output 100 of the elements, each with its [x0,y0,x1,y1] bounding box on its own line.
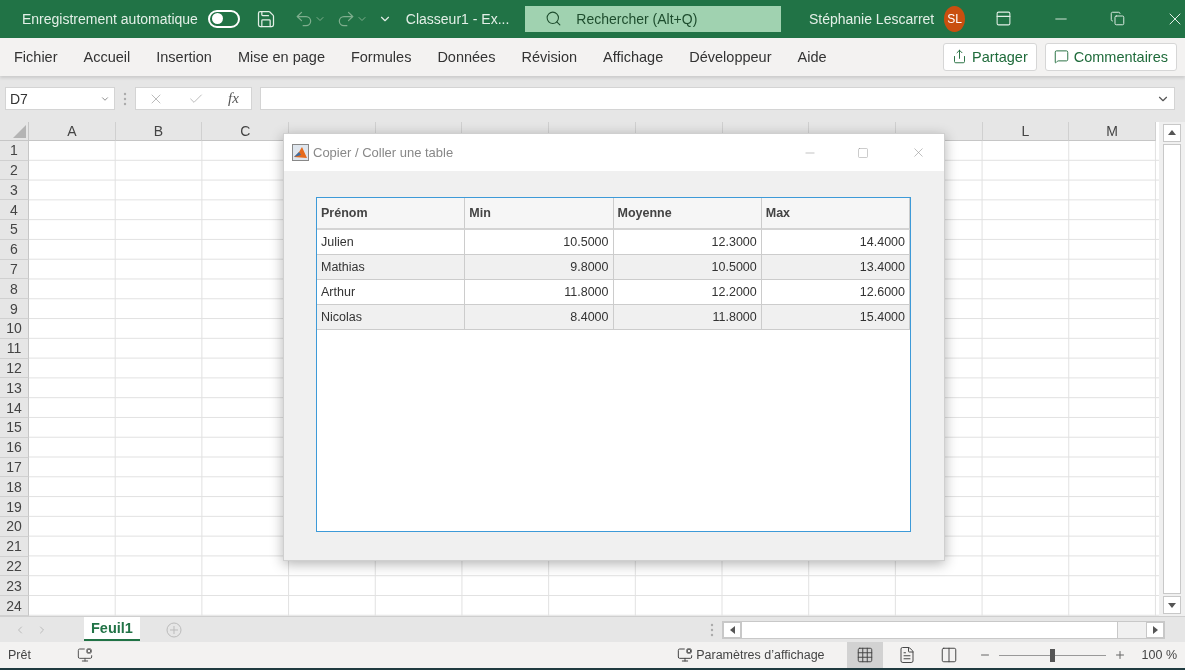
table-cell: 12.6000 [761,280,910,305]
column-header[interactable]: B [115,121,203,141]
share-button[interactable]: Partager [943,42,1037,71]
view-button[interactable] [846,642,883,668]
autosave-toggle[interactable] [207,9,240,28]
table-cell: 11.8000 [613,305,762,330]
scroll-down-icon[interactable] [1163,596,1181,615]
row-header[interactable]: 17 [0,457,29,478]
column-header[interactable]: Moyenne [613,198,762,230]
row-header[interactable]: 13 [0,378,29,399]
ribbon-tab[interactable]: Développeur [689,48,772,65]
share-icon [952,49,968,65]
search-field[interactable]: Rechercher (Alt+Q) [525,5,781,32]
select-all-corner[interactable] [0,121,29,141]
table-cell: 10.5000 [613,255,762,280]
table-cell: Arthur [317,280,466,305]
column-header[interactable]: C [202,121,290,141]
table-cell: Mathias [317,255,466,280]
horizontal-scrollbar-thumb[interactable] [741,621,1118,638]
ribbon-tab[interactable]: Fichier [14,48,58,65]
table-cell: 13.4000 [761,255,910,280]
comment-icon [1053,49,1069,65]
column-header[interactable]: M [1069,121,1156,141]
row-header[interactable]: 12 [0,358,29,379]
table-cell: Julien [317,230,466,255]
table-cell: Nicolas [317,305,466,330]
user-name: Stéphanie Lescarret [808,10,935,27]
zoom-slider-thumb[interactable] [1050,648,1056,662]
row-header[interactable]: 9 [0,299,29,319]
table-cell: 12.2000 [613,280,762,305]
row-header[interactable]: 22 [0,556,29,577]
name-box[interactable]: D7 [5,87,115,111]
table-cell: 10.5000 [465,230,614,255]
vertical-scrollbar-thumb[interactable] [1163,143,1181,595]
row-header[interactable]: 7 [0,259,29,280]
row-header[interactable]: 5 [0,220,29,240]
select-all-icon[interactable] [13,124,26,138]
user-avatar[interactable]: SL [944,5,965,32]
display-settings-button[interactable]: Paramètres d’affichage [676,647,825,663]
table-cell: 14.4000 [761,230,910,255]
column-header[interactable]: A [29,121,116,141]
save-icon[interactable] [255,8,276,29]
document-title: Classeur1 - Ex... [405,10,510,27]
row-header[interactable]: 11 [0,338,29,359]
formula-input[interactable] [260,87,1175,111]
comments-button[interactable]: Commentaires [1044,42,1177,71]
ribbon-display-icon[interactable] [995,10,1012,28]
ribbon-tab[interactable]: Insertion [156,48,212,65]
sheet-tab[interactable]: Feuil1 [84,616,140,641]
row-header[interactable]: 18 [0,477,29,498]
row-header[interactable]: 19 [0,497,29,517]
ribbon-tab[interactable]: Données [437,48,496,65]
ribbon-tab[interactable]: Mise en page [237,48,325,65]
column-header[interactable]: L [982,121,1070,141]
status-text: Prêt [8,648,31,662]
column-header[interactable]: Min [465,198,614,230]
table-cell: 8.4000 [465,305,614,330]
ribbon-tab[interactable]: Formules [350,48,412,65]
splitter-dots-icon[interactable] [710,622,714,637]
row-header[interactable]: 21 [0,536,29,557]
zoom-in-icon[interactable] [1113,649,1126,661]
ribbon-tab[interactable]: Affichage [603,48,664,65]
view-icon [939,646,958,664]
row-header[interactable]: 14 [0,398,29,418]
row-header[interactable]: 20 [0,517,29,537]
table-cell: 9.8000 [465,255,614,280]
zoom-level[interactable]: 100 % [1141,648,1177,662]
search-icon [545,10,563,28]
row-header[interactable]: 23 [0,576,29,597]
row-header[interactable]: 4 [0,200,29,220]
ribbon-tab[interactable]: Révision [521,48,578,65]
monitor-gear-icon [676,647,693,663]
insert-function-button[interactable]: fx [228,90,239,108]
row-header[interactable]: 2 [0,160,29,181]
row-header[interactable]: 8 [0,279,29,300]
view-icon [897,646,916,664]
row-header[interactable]: 3 [0,180,29,201]
scroll-right-icon[interactable] [1146,621,1164,638]
scroll-left-icon[interactable] [723,621,741,638]
row-header[interactable]: 1 [0,140,29,161]
column-header[interactable]: Max [761,198,910,230]
row-header[interactable]: 10 [0,319,29,339]
row-header[interactable]: 24 [0,596,29,616]
maximize-icon[interactable] [857,146,869,159]
ribbon-tab[interactable]: Aide [797,48,827,65]
app-logo-icon [292,144,309,161]
row-header[interactable]: 16 [0,437,29,458]
add-sheet-icon[interactable] [165,621,182,638]
dialog-title: Copier / Coller une table [313,145,454,160]
restore-icon[interactable] [1110,11,1125,27]
column-header[interactable]: Prénom [317,198,466,230]
row-header[interactable]: 15 [0,418,29,438]
table-cell: 11.8000 [465,280,614,305]
table-cell: 12.3000 [613,230,762,255]
ribbon-tab[interactable]: Accueil [83,48,131,65]
scroll-up-icon[interactable] [1163,123,1181,142]
table-cell: 15.4000 [761,305,910,330]
row-header[interactable]: 6 [0,239,29,260]
more-dots-icon [123,91,127,106]
autosave-label: Enregistrement automatique [22,10,198,27]
